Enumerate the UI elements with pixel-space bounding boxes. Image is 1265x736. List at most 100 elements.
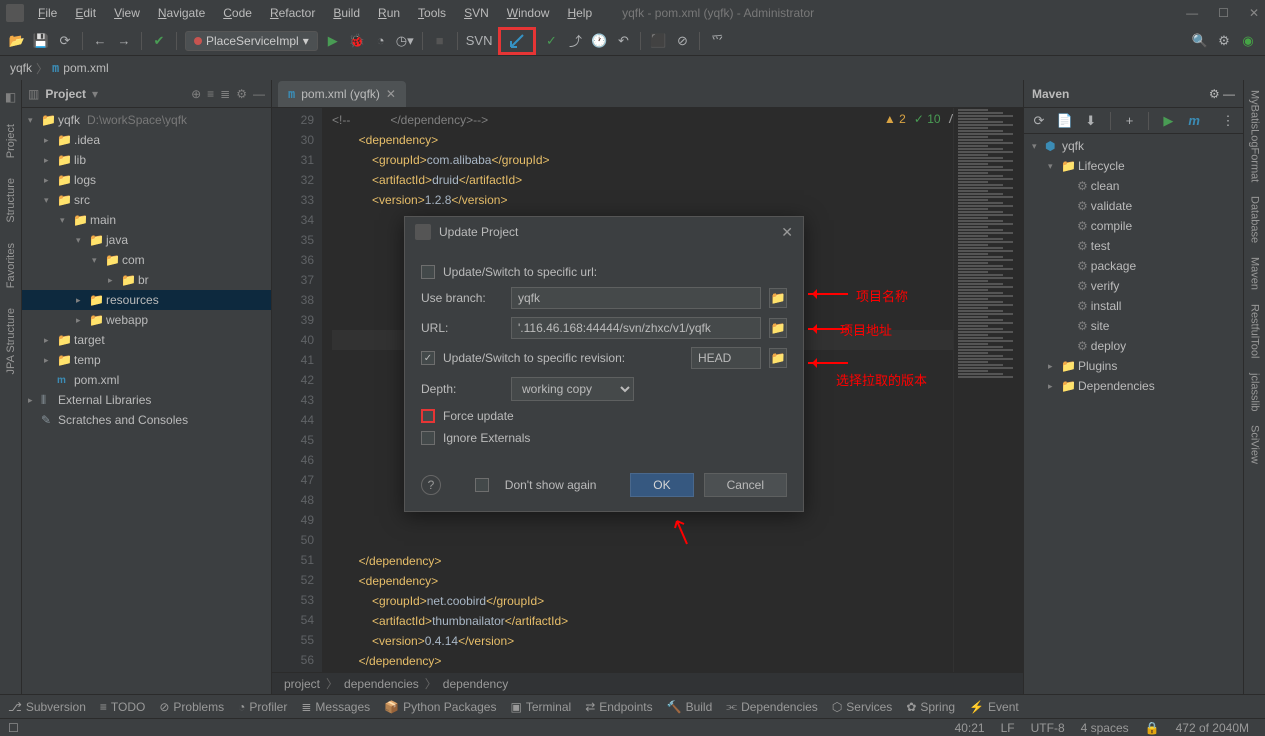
browse-branch-icon[interactable]: 📁: [769, 288, 787, 308]
collapse-all-icon[interactable]: ≣: [220, 87, 230, 101]
run-icon[interactable]: ▶: [324, 32, 342, 50]
breadcrumb-file[interactable]: pom.xml: [63, 61, 108, 75]
chevron-down-icon[interactable]: ▾: [92, 87, 98, 101]
left-rail-jpa-structure[interactable]: JPA Structure: [5, 308, 17, 374]
menu-view[interactable]: View: [106, 4, 148, 22]
line-separator[interactable]: LF: [993, 721, 1023, 735]
bottom-services[interactable]: ⬡Services: [832, 700, 893, 714]
project-panel-title[interactable]: Project: [45, 87, 86, 101]
editor-crumb[interactable]: dependency: [443, 677, 508, 691]
close-dialog-icon[interactable]: ✕: [781, 224, 793, 241]
maven-node-lifecycle-validate[interactable]: ⚙ validate: [1024, 196, 1243, 216]
open-icon[interactable]: 📂: [8, 32, 26, 50]
maven-node-lifecycle-verify[interactable]: ⚙ verify: [1024, 276, 1243, 296]
url-input[interactable]: [511, 317, 761, 339]
tree-node-temp[interactable]: ▸📁temp: [22, 350, 271, 370]
maven-node-lifecycle-package[interactable]: ⚙ package: [1024, 256, 1243, 276]
minimize-icon[interactable]: —: [1186, 6, 1198, 20]
editor-crumb[interactable]: dependencies: [344, 677, 419, 691]
tree-node-lib[interactable]: ▸📁lib: [22, 150, 271, 170]
back-icon[interactable]: ←: [91, 32, 109, 50]
project-view-icon[interactable]: ▥: [28, 87, 39, 101]
right-rail-restfultool[interactable]: RestfulTool: [1249, 304, 1261, 358]
browse-revision-icon[interactable]: 📁: [769, 348, 787, 368]
file-encoding[interactable]: UTF-8: [1023, 721, 1073, 735]
tree-node-external-libraries[interactable]: ▸⫴External Libraries: [22, 390, 271, 410]
bottom-build[interactable]: 🔨Build: [667, 700, 713, 714]
bottom-problems[interactable]: ⊘Problems: [159, 700, 224, 714]
sync-icon[interactable]: ⟳: [56, 32, 74, 50]
menu-tools[interactable]: Tools: [410, 4, 454, 22]
maximize-icon[interactable]: ☐: [1218, 6, 1229, 20]
editor-tab[interactable]: m pom.xml (yqfk) ✕: [278, 81, 406, 107]
close-tab-icon[interactable]: ✕: [386, 87, 396, 101]
bottom-dependencies[interactable]: ⫘Dependencies: [726, 699, 818, 714]
memory-indicator[interactable]: 472 of 2040M: [1168, 721, 1257, 735]
forward-icon[interactable]: →: [115, 32, 133, 50]
select-opened-icon[interactable]: ⊕: [191, 87, 201, 101]
svn-label[interactable]: SVN: [466, 32, 493, 50]
menu-build[interactable]: Build: [325, 4, 368, 22]
indent-setting[interactable]: 4 spaces: [1073, 721, 1137, 735]
download-icon[interactable]: ⬇: [1082, 112, 1100, 130]
tree-node-main[interactable]: ▾📁main: [22, 210, 271, 230]
bottom-messages[interactable]: ≣Messages: [301, 700, 370, 714]
bottom-python-packages[interactable]: 📦Python Packages: [384, 700, 496, 714]
bottom-terminal[interactable]: ▣Terminal: [510, 700, 571, 714]
bottom-todo[interactable]: ≡TODO: [100, 700, 145, 714]
tree-node-target[interactable]: ▸📁target: [22, 330, 271, 350]
svn-update-button[interactable]: [498, 27, 536, 55]
bottom-endpoints[interactable]: ⇄Endpoints: [585, 700, 652, 714]
run-maven-icon[interactable]: ▶: [1159, 112, 1177, 130]
tree-node-logs[interactable]: ▸📁logs: [22, 170, 271, 190]
revision-input[interactable]: [691, 347, 761, 369]
vcs-update-icon[interactable]: ✔: [150, 32, 168, 50]
save-icon[interactable]: 💾: [32, 32, 50, 50]
left-rail-project[interactable]: Project: [5, 124, 17, 158]
switch-url-checkbox[interactable]: [421, 265, 435, 279]
tree-node-java[interactable]: ▾📁java: [22, 230, 271, 250]
tree-node-root[interactable]: ▾📁yqfkD:\workSpace\yqfk: [22, 110, 271, 130]
menu-file[interactable]: File: [30, 4, 65, 22]
reload-icon[interactable]: ⟳: [1030, 112, 1048, 130]
close-window-icon[interactable]: ✕: [1249, 6, 1259, 20]
stop-process-icon[interactable]: ⬛: [649, 32, 667, 50]
tree-node-scratches[interactable]: ✎Scratches and Consoles: [22, 410, 271, 430]
maven-node-lifecycle[interactable]: ▾📁Lifecycle: [1024, 156, 1243, 176]
right-rail-sciview[interactable]: SciView: [1249, 425, 1261, 464]
right-rail-mybatislogformat[interactable]: MyBatisLogFormat: [1249, 90, 1261, 182]
menu-navigate[interactable]: Navigate: [150, 4, 213, 22]
tree-node-com[interactable]: ▾📁com: [22, 250, 271, 270]
right-rail-maven[interactable]: Maven: [1249, 257, 1261, 290]
expand-all-icon[interactable]: ≡: [207, 87, 214, 101]
revision-checkbox[interactable]: [421, 351, 435, 365]
depth-select[interactable]: working copy: [511, 377, 634, 401]
menu-run[interactable]: Run: [370, 4, 408, 22]
dont-show-checkbox[interactable]: [475, 478, 489, 492]
generate-sources-icon[interactable]: 📄: [1056, 112, 1074, 130]
tree-node-pom.xml[interactable]: mpom.xml: [22, 370, 271, 390]
maven-node-root[interactable]: ▾⬢yqfk: [1024, 136, 1243, 156]
bottom-spring[interactable]: ✿Spring: [906, 700, 955, 714]
run-config-selector[interactable]: PlaceServiceImpl ▾: [185, 31, 318, 51]
bottom-profiler[interactable]: ◔Profiler: [238, 700, 287, 714]
tree-node-.idea[interactable]: ▸📁.idea: [22, 130, 271, 150]
ide-errors-icon[interactable]: ⊘: [673, 32, 691, 50]
menu-window[interactable]: Window: [499, 4, 558, 22]
hide-panel-icon[interactable]: —: [253, 87, 265, 101]
menu-svn[interactable]: SVN: [456, 4, 497, 22]
maven-node-dependencies[interactable]: ▸📁Dependencies: [1024, 376, 1243, 396]
tree-node-src[interactable]: ▾📁src: [22, 190, 271, 210]
gear-icon[interactable]: ⚙: [236, 87, 247, 101]
plugin-icon[interactable]: ◉: [1239, 32, 1257, 50]
maven-m-icon[interactable]: m: [1185, 112, 1203, 130]
minimap[interactable]: [953, 108, 1023, 672]
hide-panel-icon[interactable]: —: [1223, 87, 1235, 101]
tree-node-br[interactable]: ▸📁br: [22, 270, 271, 290]
profile-icon[interactable]: ◷▾: [396, 32, 414, 50]
search-icon[interactable]: 🔍: [1191, 32, 1209, 50]
maven-node-plugins[interactable]: ▸📁Plugins: [1024, 356, 1243, 376]
menu-help[interactable]: Help: [559, 4, 600, 22]
menu-edit[interactable]: Edit: [67, 4, 104, 22]
left-rail-structure[interactable]: Structure: [5, 178, 17, 223]
